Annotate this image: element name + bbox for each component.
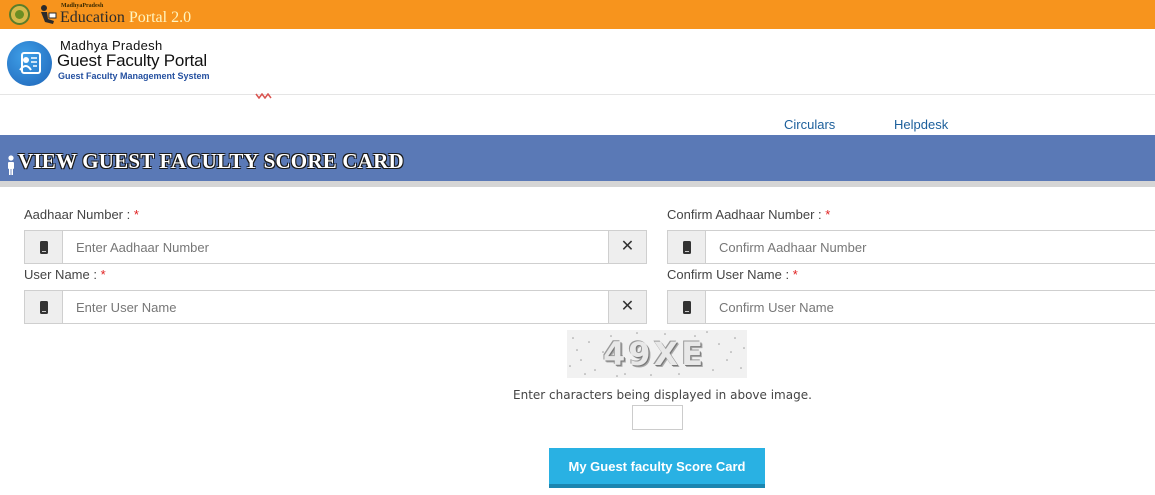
confirm-username-label-text: Confirm User Name : bbox=[667, 267, 793, 282]
aadhaar-field-addon bbox=[25, 231, 63, 263]
username-label-text: User Name : bbox=[24, 267, 101, 282]
captcha-hint: Enter characters being displayed in abov… bbox=[513, 388, 812, 402]
confirm-username-field-addon bbox=[668, 291, 706, 323]
required-marker: * bbox=[100, 267, 106, 282]
aadhaar-label-text: Aadhaar Number : bbox=[24, 207, 134, 222]
aadhaar-label: Aadhaar Number : * bbox=[24, 207, 139, 222]
required-marker: * bbox=[792, 267, 798, 282]
faculty-logo-icon[interactable] bbox=[7, 41, 52, 86]
confirm-username-label: Confirm User Name : * bbox=[667, 267, 798, 282]
logo-tagline: Guest Faculty Management System bbox=[58, 71, 210, 81]
mobile-phone-icon bbox=[683, 301, 691, 314]
nav-link-circulars[interactable]: Circulars bbox=[784, 117, 835, 132]
captcha-text: 49XE bbox=[603, 335, 707, 373]
required-marker: * bbox=[133, 207, 139, 222]
top-bar: MadhyaPradesh Education Portal 2.0 bbox=[0, 0, 1155, 29]
username-label: User Name : * bbox=[24, 267, 106, 282]
captcha-image: 49XE bbox=[567, 330, 747, 378]
state-emblem-icon bbox=[9, 4, 30, 25]
aadhaar-input-group: ✕ bbox=[24, 230, 647, 264]
confirm-aadhaar-label-text: Confirm Aadhaar Number : bbox=[667, 207, 826, 222]
reading-person-icon bbox=[41, 5, 57, 24]
mobile-phone-icon bbox=[683, 241, 691, 254]
page-heading-bar: VIEW GUEST FACULTY SCORE CARD bbox=[0, 135, 1155, 187]
decorative-red-mark bbox=[255, 93, 272, 99]
confirm-aadhaar-number-input[interactable] bbox=[707, 231, 1155, 263]
username-field-addon bbox=[25, 291, 63, 323]
nav-link-helpdesk[interactable]: Helpdesk bbox=[894, 117, 948, 132]
captcha-input[interactable] bbox=[632, 405, 683, 430]
confirm-aadhaar-input-group bbox=[667, 230, 1155, 264]
page-title: VIEW GUEST FACULTY SCORE CARD bbox=[18, 149, 404, 173]
username-input[interactable] bbox=[64, 291, 609, 323]
required-marker: * bbox=[825, 207, 831, 222]
portal-name-part1: Education bbox=[60, 9, 125, 26]
username-input-group: ✕ bbox=[24, 290, 647, 324]
mobile-phone-icon bbox=[40, 241, 48, 254]
person-icon bbox=[8, 155, 14, 175]
logo-header: Madhya Pradesh Guest Faculty Portal Gues… bbox=[0, 29, 1155, 95]
score-card-submit-button[interactable]: My Guest faculty Score Card bbox=[549, 448, 765, 488]
username-clear-button[interactable]: ✕ bbox=[608, 291, 646, 323]
mobile-phone-icon bbox=[40, 301, 48, 314]
confirm-username-input-group bbox=[667, 290, 1155, 324]
confirm-aadhaar-field-addon bbox=[668, 231, 706, 263]
portal-name-part2: Portal 2.0 bbox=[124, 9, 192, 26]
aadhaar-number-input[interactable] bbox=[64, 231, 609, 263]
education-portal-title[interactable]: Education Portal 2.0 bbox=[60, 9, 191, 27]
confirm-aadhaar-label: Confirm Aadhaar Number : * bbox=[667, 207, 830, 222]
logo-portal-name: Guest Faculty Portal bbox=[57, 51, 208, 70]
confirm-username-input[interactable] bbox=[707, 291, 1155, 323]
aadhaar-clear-button[interactable]: ✕ bbox=[608, 231, 646, 263]
